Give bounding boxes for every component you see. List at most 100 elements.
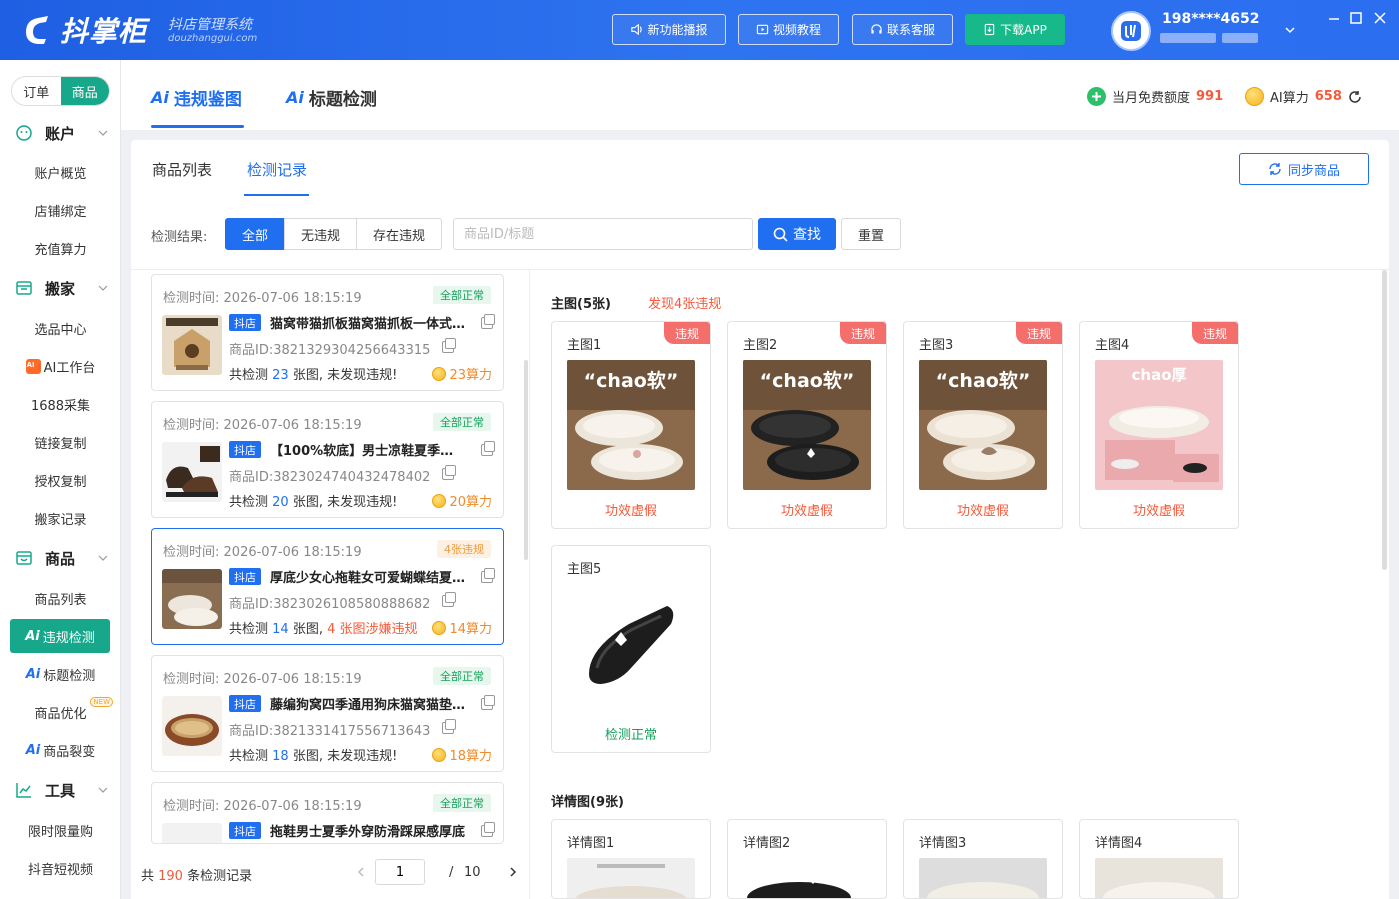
divider [131, 269, 1389, 270]
coin-icon [432, 366, 447, 381]
toggle-product[interactable]: 商品 [60, 77, 109, 105]
main-images-heading: 主图(5张) [551, 297, 611, 312]
avatar[interactable] [1111, 11, 1151, 51]
filter-has-violation[interactable]: 存在违规 [356, 218, 442, 250]
sidebar-item-link-copy[interactable]: 链接复制 [0, 430, 121, 454]
logo-subtitle: 抖店管理系统 [168, 17, 252, 33]
detail-scrollbar[interactable] [1382, 270, 1387, 570]
sidebar-item-move-records[interactable]: 搬家记录 [0, 506, 121, 530]
page-input[interactable] [375, 859, 425, 885]
search-input[interactable] [453, 218, 753, 250]
sync-products-button[interactable]: 同步商品 [1239, 153, 1369, 185]
headset-icon [871, 24, 882, 34]
close-icon[interactable] [1372, 10, 1388, 26]
product-thumbnail [162, 569, 222, 629]
order-product-toggle: 订单 商品 [11, 76, 110, 106]
sidebar-item-account-overview[interactable]: 账户概览 [0, 160, 121, 184]
record-card[interactable]: 检测时间: 2026-07-06 18:15:19 全部正常 抖店 猫窝带猫抓板… [151, 274, 504, 391]
chevron-down-icon[interactable] [1284, 24, 1296, 36]
main-image-card[interactable]: 主图5 检测正常 [551, 545, 711, 753]
sidebar-item-product-list[interactable]: 商品列表 [0, 586, 121, 610]
sidebar-item-violation-detect[interactable]: Ai 违规检测 [10, 619, 110, 653]
detail-image-card[interactable]: 详情图3 [903, 819, 1063, 899]
main-image-card[interactable]: 主图3 违规 “chao软” 功效虚假 [903, 321, 1063, 529]
sidebar-group-account[interactable]: 账户 [0, 120, 121, 146]
detail-image-card[interactable]: 详情图2 [727, 819, 887, 899]
shop-badge: 抖店 [229, 695, 261, 712]
product-thumbnail [162, 696, 222, 756]
sidebar-group-product[interactable]: 商品 [0, 545, 121, 571]
tab-detect-records[interactable]: 检测记录 [247, 159, 307, 180]
chart-line-icon [16, 783, 31, 798]
main-image-card[interactable]: 主图2 违规 “chao软” 功效虚假 [727, 321, 887, 529]
detection-result: 功效虚假 [604, 504, 657, 519]
sidebar-item-product-optimize[interactable]: 商品优化 NEW [0, 697, 121, 724]
sidebar-item-recharge[interactable]: 充值算力 [0, 236, 121, 260]
sidebar-item-1688-collect[interactable]: 1688采集 [0, 392, 121, 416]
main-image-card[interactable]: 主图1 违规 “chao软” 功效虚假 [551, 321, 711, 529]
maximize-icon[interactable] [1348, 10, 1364, 26]
filter-no-violation[interactable]: 无违规 [284, 218, 357, 250]
refresh-icon[interactable] [1348, 90, 1362, 104]
sidebar-group-tools[interactable]: 工具 [0, 777, 121, 803]
sidebar-item-shop-binding[interactable]: 店铺绑定 [0, 198, 121, 222]
detail-image-card[interactable]: 详情图4 [1079, 819, 1239, 899]
copy-icon[interactable] [442, 465, 456, 480]
video-tutorial-button[interactable]: 视频教程 [738, 14, 839, 45]
record-card[interactable]: 检测时间: 2026-07-06 18:15:19 全部正常 抖店 藤编狗窝四季… [151, 655, 504, 772]
copy-icon[interactable] [442, 592, 456, 607]
total-pages: 10 [464, 865, 481, 880]
tab-product-list[interactable]: 商品列表 [152, 159, 212, 180]
find-button[interactable]: 查找 [758, 218, 836, 250]
sidebar-item-ai-workspace[interactable]: AI AI工作台 [0, 354, 121, 378]
product-title: 厚底少女心拖鞋女可爱蝴蝶结夏季外穿 [270, 571, 466, 586]
active-subtab-underline [244, 194, 309, 196]
tab-title-detect[interactable]: Ai 标题检测 [286, 85, 377, 110]
copy-icon[interactable] [481, 314, 495, 329]
product-image: chao厚 [1095, 360, 1223, 490]
next-page-icon[interactable] [507, 866, 519, 878]
product-title: 藤编狗窝四季通用狗床猫窝猫垫宠物窝 [270, 698, 466, 713]
prev-page-icon[interactable] [355, 866, 367, 878]
copy-icon[interactable] [481, 695, 495, 710]
tab-violation-image[interactable]: Ai 违规鉴图 [151, 85, 242, 110]
new-feature-button[interactable]: 新功能播报 [612, 14, 726, 45]
top-bar: 抖掌柜 抖店管理系统 douzhanggui.com 新功能播报 视频教程 联系… [0, 0, 1399, 60]
sidebar-item-selection-center[interactable]: 选品中心 [0, 316, 121, 340]
chevron-down-icon [98, 555, 108, 561]
sidebar-item-douyin-video[interactable]: 抖音短视频 [0, 856, 121, 880]
toggle-order[interactable]: 订单 [12, 77, 61, 105]
sidebar-item-flash-sale[interactable]: 限时限量购 [0, 818, 121, 842]
record-card[interactable]: 检测时间: 2026-07-06 18:15:19 全部正常 抖店 【100%软… [151, 401, 504, 518]
record-card[interactable]: 检测时间: 2026-07-06 18:15:19 全部正常 抖店 拖鞋男士夏季… [151, 782, 504, 844]
gift-icon [1087, 87, 1106, 106]
status-badge: 全部正常 [433, 286, 491, 304]
sidebar-item-title-detect[interactable]: Ai 标题检测 [0, 662, 121, 686]
sidebar-group-move[interactable]: 搬家 [0, 275, 121, 301]
box-icon [16, 281, 32, 295]
sidebar-item-product-fission[interactable]: Ai 商品裂变 [0, 738, 121, 762]
user-logo-icon [1121, 21, 1141, 41]
minimize-icon[interactable] [1326, 10, 1342, 26]
copy-icon[interactable] [481, 822, 495, 837]
product-image [919, 858, 1047, 898]
contact-service-button[interactable]: 联系客服 [852, 14, 953, 45]
detail-image-card[interactable]: 详情图1 [551, 819, 711, 899]
detection-result: 检测正常 [604, 728, 657, 743]
reset-button[interactable]: 重置 [841, 218, 901, 250]
sidebar-item-auth-copy[interactable]: 授权复制 [0, 468, 121, 492]
product-title: 拖鞋男士夏季外穿防滑踩屎感厚底 [270, 825, 466, 840]
coin-icon [432, 620, 447, 635]
record-card-selected[interactable]: 检测时间: 2026-07-06 18:15:19 4张违规 抖店 厚底少女心拖… [151, 528, 504, 645]
list-scrollbar[interactable] [524, 360, 528, 560]
detection-result: 功效虚假 [1132, 504, 1185, 519]
main-image-card[interactable]: 主图4 违规 chao厚 功效虚假 [1079, 321, 1239, 529]
copy-icon[interactable] [481, 568, 495, 583]
copy-icon[interactable] [481, 441, 495, 456]
shop-badge: 抖店 [229, 441, 261, 458]
copy-icon[interactable] [442, 719, 456, 734]
logo-text: 抖掌柜 [60, 15, 148, 48]
copy-icon[interactable] [442, 338, 456, 353]
filter-all[interactable]: 全部 [225, 218, 285, 250]
download-app-button[interactable]: 下载APP [965, 14, 1065, 45]
